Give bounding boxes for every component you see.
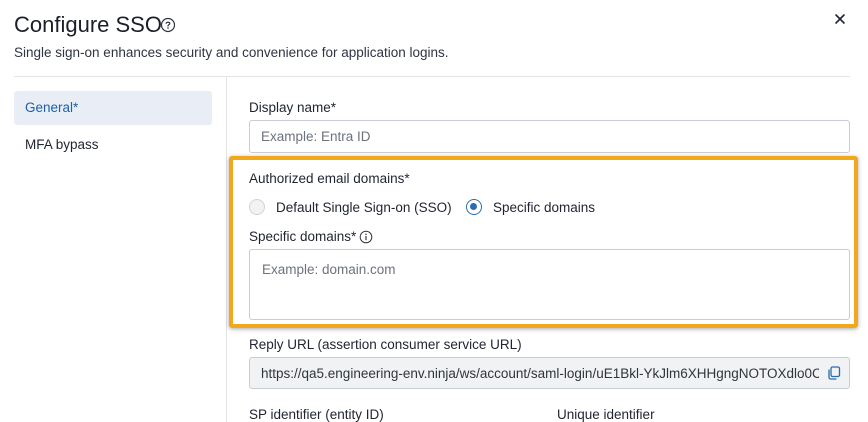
radio-default-sso[interactable] xyxy=(249,199,265,215)
reply-url-label: Reply URL (assertion consumer service UR… xyxy=(249,337,522,352)
info-icon[interactable] xyxy=(359,230,373,244)
display-name-label: Display name* xyxy=(249,100,337,115)
sidebar-item-mfa-bypass[interactable]: MFA bypass xyxy=(14,128,212,162)
header-divider xyxy=(14,76,850,77)
radio-default-sso-label[interactable]: Default Single Sign-on (SSO) xyxy=(276,200,452,215)
reply-url-field[interactable]: https://qa5.engineering-env.ninja/ws/acc… xyxy=(249,357,850,389)
radio-specific-domains[interactable] xyxy=(466,199,482,215)
close-icon[interactable] xyxy=(833,12,847,26)
display-name-input[interactable] xyxy=(249,120,850,153)
sp-identifier-label: SP identifier (entity ID) xyxy=(249,407,384,422)
specific-domains-input[interactable] xyxy=(249,249,850,320)
specific-domains-label: Specific domains* xyxy=(249,229,357,244)
authorized-domains-label: Authorized email domains* xyxy=(249,171,410,186)
page-subtitle: Single sign-on enhances security and con… xyxy=(14,45,449,60)
sidebar-divider xyxy=(226,77,227,422)
radio-specific-domains-label[interactable]: Specific domains xyxy=(493,200,595,215)
page-title: Configure SSO xyxy=(14,12,162,37)
sidebar-item-general[interactable]: General* xyxy=(14,91,212,125)
copy-icon[interactable] xyxy=(826,365,842,381)
reply-url-value[interactable]: https://qa5.engineering-env.ninja/ws/acc… xyxy=(261,366,819,381)
unique-identifier-label: Unique identifier xyxy=(557,407,655,422)
help-circle-icon[interactable] xyxy=(160,17,176,33)
